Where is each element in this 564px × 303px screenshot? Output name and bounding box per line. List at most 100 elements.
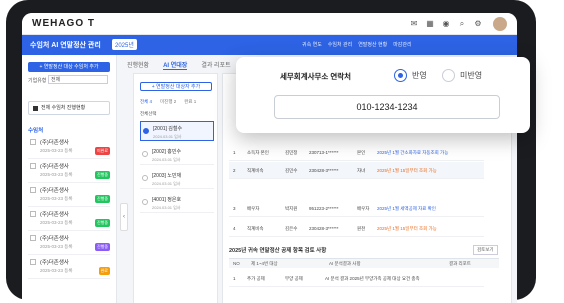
select-all[interactable]: 전체선택 [140,111,157,117]
radio-off-icon[interactable] [442,69,455,82]
client-card[interactable]: (주)더존생사 2025-03-23 등록 진행중 [28,231,110,255]
radio[interactable] [142,199,148,205]
checkbox[interactable] [30,163,36,169]
radio[interactable] [143,128,149,134]
checkbox[interactable] [30,259,36,265]
employee-date: 2024.03.01 입사 [153,134,182,139]
row-relation: 배우자 [247,206,260,211]
page-title: 수임처 AI 연말정산 관리 [30,42,101,49]
popup-title: 세무회계사무소 연락처 [280,72,352,81]
all-clients-status[interactable]: 전체 수임처 진행현황 [28,101,110,115]
avatar[interactable] [493,17,507,31]
add-client-button[interactable]: + 연말정산 대상 수임처 추가 [28,62,110,72]
chip[interactable]: 귀속 연도 [302,41,322,48]
row-note: 2025년 1월 15일부터 조회 가능 [377,226,437,231]
contact-popup: 세무회계사무소 연락처 반영 미반영 010-1234-1234 [236,57,530,133]
tab-ai-ledger[interactable]: AI 연대장 [163,60,188,70]
review-button[interactable]: 검토보기 [473,245,498,255]
title-bar: 수임처 AI 연말정산 관리 2025년 귀속 연도 수임처 관리 연말정산 현… [22,35,517,55]
table-row[interactable]: 4 직계비속 김은수 230428-3****** 원천 2025년 1월 15… [229,220,484,237]
row-relation: 직계비속 [247,168,264,173]
year-select[interactable]: 2025년 [112,39,137,50]
client-name: (주)더존생사 [40,260,69,266]
tab-report[interactable]: 결과 리포트 [201,60,230,70]
row-type: 자녀 [357,168,366,173]
client-card[interactable]: (주)더존생사 2025-03-23 등록 진행중 [28,183,110,207]
tab-pending[interactable]: 미진행 2 [160,99,176,105]
deduction-row[interactable]: 1 추가 공제 부양 공제 AI 분석 결과 2025년 부양가족 공제 대상 … [229,270,484,287]
row-no: 4 [233,226,236,231]
status-badge: 진행중 [94,171,110,179]
table-row[interactable]: 2 직계비속 김민수 230428-3****** 자녀 2025년 1월 15… [229,162,484,179]
settings-icon[interactable]: ⚙ [473,19,483,29]
sidebar-section-label: 수임처 [28,128,44,134]
checkbox[interactable] [30,187,36,193]
tab-progress[interactable]: 진행현황 [127,60,149,70]
table-row[interactable]: 1 소득자 본인 김민정 230713-1****** 본인 2025년 1월 … [229,144,484,161]
radio-on-icon[interactable] [394,69,407,82]
chip[interactable]: 연말정산 현황 [358,41,387,48]
radio[interactable] [142,175,148,181]
row-type: 배우자 [357,206,370,211]
grid-icon[interactable]: ▦ [425,19,435,29]
row-id: 230428-3****** [309,168,339,173]
client-card[interactable]: (주)더존생사 2025-03-23 등록 미완료 [28,135,110,159]
message-icon[interactable]: ✉ [409,19,419,29]
status-badge: 진행중 [94,243,110,251]
client-card[interactable]: (주)더존생사 2025-03-23 등록 진행중 [28,159,110,183]
tab-all[interactable]: 전체 4 [140,99,152,105]
checkbox[interactable] [30,139,36,145]
employee-name: [2003] 노민재 [152,173,182,179]
unreflect-option[interactable]: 미반영 [442,69,482,82]
chip[interactable]: 마감관리 [393,41,411,48]
deduction-header: NO 제 1~4번 대상 AI 분석결과 사항 결과 리포트 [229,258,499,268]
client-card[interactable]: (주)더존생사 2025-03-23 등록 완료 [28,255,110,279]
tab-done[interactable]: 완료 1 [184,99,196,105]
employee-item[interactable]: [4001] 정은호 2024.03.01 입사 [140,193,214,213]
client-name: (주)더존생사 [40,188,69,194]
client-sub: 2025-03-23 등록 [40,148,73,153]
row-note: 2025년 1월 세액공제 자료 확인 [377,206,436,211]
filter-select[interactable]: 전체 [48,75,108,84]
phone-input[interactable]: 010-1234-1234 [274,95,500,119]
add-employee-button[interactable]: + 연말정산 대상자 추가 [140,82,212,91]
employee-item[interactable]: [2002] 홍민수 2024.03.01 입사 [140,145,214,165]
row-name: 박지원 [285,206,298,211]
filter-label: 기업유형 [28,78,47,84]
row-name: 김민수 [285,168,298,173]
table-row[interactable]: 3 배우자 박지원 951223-2****** 배우자 2025년 1월 세액… [229,200,484,217]
employee-date: 2024.03.01 입사 [152,205,181,210]
radio[interactable] [142,151,148,157]
employee-name: [2002] 홍민수 [152,149,182,155]
employee-date: 2024.03.01 입사 [152,157,181,162]
checkbox[interactable] [30,211,36,217]
client-sub: 2025-03-23 등록 [40,244,73,249]
filter-row: 기업유형 전체 [28,75,108,84]
collapse-handle[interactable]: ‹ [120,203,128,231]
client-sub: 2025-03-23 등록 [40,196,73,201]
row-relation: 직계비속 [247,226,264,231]
chip[interactable]: 수임처 관리 [328,41,352,48]
row-type: 본인 [357,150,366,155]
employee-item[interactable]: [2003] 노민재 2024.03.01 입사 [140,169,214,189]
client-name: (주)더존생사 [40,140,69,146]
reflect-option[interactable]: 반영 [394,69,427,82]
header-cell: AI 분석결과 사항 [329,261,361,266]
row-no: 1 [233,150,236,155]
status-badge: 진행중 [94,219,110,227]
checkbox[interactable] [30,235,36,241]
top-icons: ✉ ▦ ◉ ⌕ ⚙ [409,19,483,29]
row-name: 부양 공제 [285,276,303,281]
client-name: (주)더존생사 [40,236,69,242]
row-no: 2 [233,168,236,173]
bell-icon[interactable]: ◉ [441,19,451,29]
row-id: 230713-1****** [309,150,339,155]
row-category: 추가 공제 [247,276,265,281]
client-card[interactable]: (주)더존생사 2025-03-23 등록 진행중 [28,207,110,231]
top-bar: WEHAGO T ✉ ▦ ◉ ⌕ ⚙ [22,13,517,35]
employee-item[interactable]: [2001] 김철수 2024.03.01 입사 [140,121,214,141]
header-cell: 제 1~4번 대상 [251,261,278,266]
search-icon[interactable]: ⌕ [457,19,467,29]
employee-panel: + 연말정산 대상자 추가 전체 4 미진행 2 완료 1 전체선택 [2001… [133,73,218,303]
row-no: 3 [233,206,236,211]
